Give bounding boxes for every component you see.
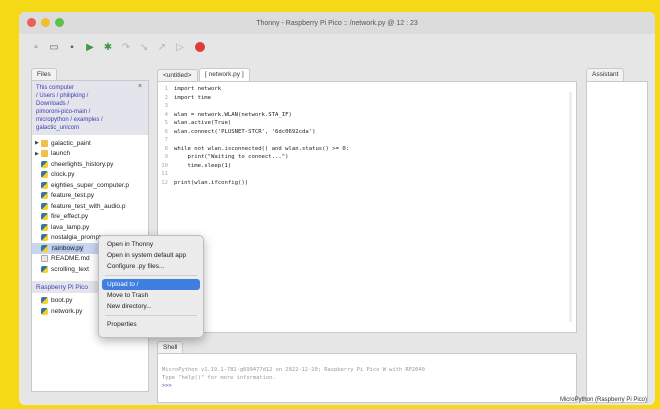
python-file-icon	[41, 213, 48, 221]
menu-separator	[105, 315, 197, 316]
folder-icon	[41, 150, 48, 158]
context-menu: Open in Thonny Open in system default ap…	[98, 235, 204, 338]
close-icon[interactable]: ×	[138, 83, 142, 91]
code-line: 7	[164, 137, 168, 143]
stop-icon[interactable]	[195, 42, 205, 52]
window-controls	[27, 18, 64, 27]
minimize-window-button[interactable]	[41, 18, 50, 27]
code-line: 11	[161, 171, 168, 177]
file-item[interactable]: ▶ launch	[32, 149, 148, 160]
file-item[interactable]: lava_lamp.py	[32, 222, 148, 233]
path-line: micropython / examples /	[36, 117, 103, 123]
menu-item-upload[interactable]: Upload to /	[102, 279, 200, 290]
tab-network-py[interactable]: [ network.py ]	[199, 68, 250, 81]
python-file-icon	[41, 171, 48, 179]
menu-item-open-in-thonny[interactable]: Open in Thonny	[102, 239, 200, 250]
step-out-icon[interactable]: ↗	[155, 40, 169, 54]
step-into-icon[interactable]: ↘	[137, 40, 151, 54]
step-over-icon[interactable]: ↷	[119, 40, 133, 54]
file-item[interactable]: feature_test.py	[32, 191, 148, 202]
run-icon[interactable]: ▶	[83, 40, 97, 54]
python-file-icon	[41, 234, 48, 242]
file-item[interactable]: eighties_super_computer.p	[32, 180, 148, 191]
editor-scrollbar[interactable]	[569, 92, 572, 322]
code-line: 4 wlan = network.WLAN(network.STA_IF)	[164, 111, 292, 118]
python-file-icon	[41, 192, 48, 200]
menu-item-properties[interactable]: Properties	[102, 319, 200, 330]
toolbar: ▫ ▭ ▪ ▶ ✱ ↷ ↘ ↗ ▷	[19, 36, 655, 58]
menu-separator	[105, 275, 197, 276]
menu-item-configure-py[interactable]: Configure .py files...	[102, 261, 200, 272]
menu-item-new-directory[interactable]: New directory...	[102, 301, 200, 312]
code-line: 10 time.sleep(1)	[161, 162, 232, 169]
python-file-icon	[41, 202, 48, 210]
file-item[interactable]: fire_effect.py	[32, 212, 148, 223]
code-line: 8 while not wlan.isconnected() and wlan.s…	[164, 145, 350, 152]
document-icon	[41, 255, 48, 263]
python-file-icon	[41, 181, 48, 189]
shell-banner: MicroPython v1.19.1-782-g699477d12 on 20…	[162, 367, 425, 373]
code-line: 9 print("Waiting to connect...")	[164, 154, 289, 160]
title-bar: Thonny - Raspberry Pi Pico :: /network.p…	[19, 12, 655, 34]
file-item[interactable]: cheerlights_history.py	[32, 159, 148, 170]
open-file-icon[interactable]: ▭	[47, 40, 61, 54]
code-area[interactable]: 1 import network 2 import time 3 4 wlan = n…	[158, 85, 576, 187]
file-item[interactable]: feature_test_with_audio.p	[32, 201, 148, 212]
code-editor[interactable]: 1 import network 2 import time 3 4 wlan = n…	[157, 81, 577, 333]
shell-hint: Type "help()" for more information.	[162, 375, 276, 381]
python-file-icon	[41, 223, 48, 231]
python-file-icon	[41, 265, 48, 273]
debug-icon[interactable]: ✱	[101, 40, 115, 54]
python-file-icon	[41, 244, 48, 252]
code-line: 5 wlan.active(True)	[164, 120, 232, 126]
code-line: 2 import time	[164, 94, 212, 101]
current-path[interactable]: This computer / Users / philipking / Dow…	[32, 81, 148, 135]
menu-item-move-to-trash[interactable]: Move to Trash	[102, 290, 200, 301]
new-file-icon[interactable]: ▫	[29, 40, 43, 54]
path-line: This computer	[36, 85, 75, 91]
close-window-button[interactable]	[27, 18, 36, 27]
python-file-icon	[41, 160, 48, 168]
folder-icon	[41, 139, 48, 147]
file-item[interactable]: clock.py	[32, 170, 148, 181]
shell-pane[interactable]: MicroPython v1.19.1-782-g699477d12 on 20…	[157, 353, 577, 403]
thonny-window: Thonny - Raspberry Pi Pico :: /network.p…	[19, 12, 655, 405]
path-line: galactic_unicorn	[36, 125, 80, 131]
python-file-icon	[41, 307, 48, 315]
python-file-icon	[41, 297, 48, 305]
path-line: / Users / philipking /	[36, 93, 89, 99]
code-line: 1 import network	[164, 86, 222, 92]
assistant-pane	[586, 81, 648, 403]
code-line: 12 print(wlan.ifconfig())	[161, 179, 249, 186]
interpreter-status[interactable]: MicroPython (Raspberry Pi Pico)	[560, 397, 647, 403]
window-title: Thonny - Raspberry Pi Pico :: /network.p…	[256, 19, 418, 27]
resume-icon[interactable]: ▷	[173, 40, 187, 54]
path-line: Downloads /	[36, 101, 70, 107]
path-line: pimoroni-pico-main /	[36, 109, 91, 115]
zoom-window-button[interactable]	[55, 18, 64, 27]
assistant-tab[interactable]: Assistant	[586, 68, 625, 81]
code-line: 3	[164, 103, 168, 109]
menu-item-open-default-app[interactable]: Open in system default app	[102, 250, 200, 261]
shell-prompt[interactable]: >>>	[158, 382, 576, 390]
file-item[interactable]: ▶ galactic_paint	[32, 138, 148, 149]
code-line: 6 wlan.connect('PLUSNET-STCR', '6dc0692cd…	[164, 128, 316, 135]
save-file-icon[interactable]: ▪	[65, 40, 79, 54]
